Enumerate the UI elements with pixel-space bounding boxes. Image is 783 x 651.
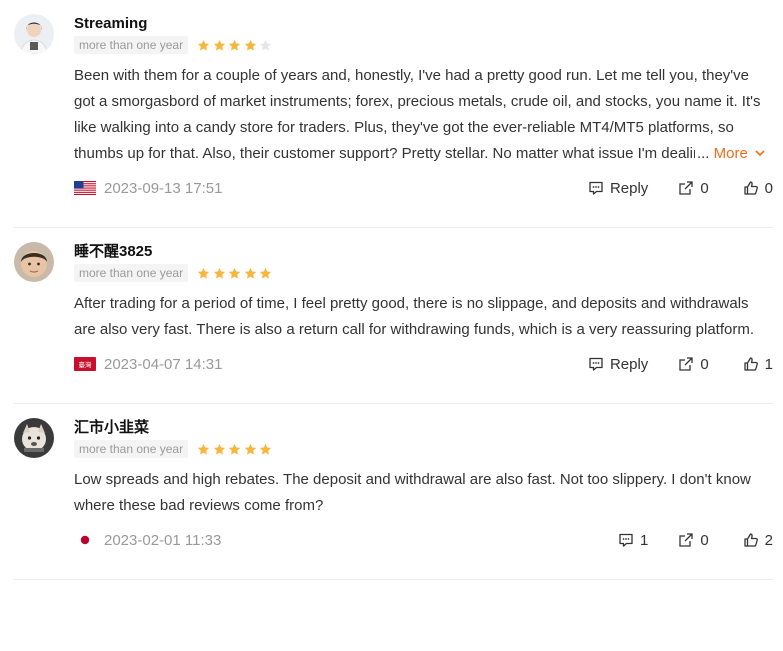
flag-region-text: 臺灣	[79, 360, 93, 369]
star-filled-icon	[259, 443, 272, 455]
star-filled-icon	[228, 443, 241, 455]
share-count: 0	[700, 355, 709, 373]
review-body: Low spreads and high rebates. The deposi…	[74, 471, 751, 514]
reply-button[interactable]: Reply	[588, 356, 648, 373]
avatar[interactable]	[14, 14, 54, 54]
avatar[interactable]	[14, 418, 54, 458]
star-filled-icon	[244, 443, 256, 455]
review-item: 睡不醒3825 more than one year After trading…	[14, 228, 773, 404]
review-text: Low spreads and high rebates. The deposi…	[74, 467, 766, 519]
review-body: Been with them for a couple of years and…	[74, 67, 761, 162]
star-filled-icon	[244, 39, 256, 51]
star-filled-icon	[213, 267, 225, 279]
star-empty-icon	[259, 39, 272, 51]
more-label: More	[713, 145, 748, 162]
reply-button[interactable]: Reply	[588, 180, 648, 197]
chevron-down-icon	[755, 150, 765, 157]
share-button[interactable]: 0	[678, 531, 709, 549]
star-filled-icon	[213, 39, 225, 51]
star-filled-icon	[259, 267, 272, 279]
star-filled-icon	[197, 267, 210, 279]
share-count: 0	[700, 531, 709, 549]
review-item: Streaming more than one year Been with t…	[14, 0, 773, 228]
avatar[interactable]	[14, 242, 54, 282]
share-icon	[679, 181, 693, 195]
star-rating	[197, 39, 275, 52]
like-count: 1	[764, 355, 773, 373]
review-date: 2023-04-07 14:31	[104, 355, 223, 373]
share-icon	[679, 357, 693, 371]
share-count: 0	[700, 179, 709, 197]
like-button[interactable]: 1	[743, 356, 773, 373]
us-flag-icon	[74, 181, 96, 195]
taiwan-region-flag-icon: 臺灣	[74, 357, 96, 371]
like-button[interactable]: 2	[743, 532, 773, 549]
review-text: After trading for a period of time, I fe…	[74, 291, 766, 343]
star-filled-icon	[244, 267, 256, 279]
more-button[interactable]: ... More	[694, 141, 766, 167]
duration-badge: more than one year	[74, 36, 189, 54]
share-button[interactable]: 0	[678, 179, 709, 197]
comment-icon	[589, 181, 603, 195]
share-icon	[679, 533, 693, 547]
star-filled-icon	[197, 39, 210, 51]
star-rating	[197, 443, 275, 456]
comment-icon	[619, 533, 633, 547]
star-filled-icon	[213, 443, 225, 455]
reply-label: Reply	[609, 355, 649, 373]
review-text: Been with them for a couple of years and…	[74, 63, 766, 167]
reviewer-name[interactable]: 睡不醒3825	[74, 242, 773, 262]
review-date: 2023-09-13 17:51	[104, 179, 223, 197]
reviewer-name[interactable]: Streaming	[74, 14, 773, 34]
star-rating	[197, 267, 275, 280]
star-filled-icon	[228, 267, 241, 279]
review-date: 2023-02-01 11:33	[104, 531, 222, 549]
more-ellipsis: ...	[696, 145, 710, 162]
reply-button[interactable]: 1	[618, 532, 648, 549]
like-button[interactable]: 0	[743, 180, 773, 197]
thumbs-up-icon	[744, 533, 758, 547]
reply-count: 1	[639, 531, 649, 549]
star-filled-icon	[197, 443, 210, 455]
review-body: After trading for a period of time, I fe…	[74, 295, 755, 338]
comment-icon	[589, 357, 603, 371]
japan-flag-icon	[74, 533, 96, 547]
duration-badge: more than one year	[74, 264, 189, 282]
review-list: Streaming more than one year Been with t…	[0, 0, 783, 580]
share-button[interactable]: 0	[678, 355, 709, 373]
star-filled-icon	[228, 39, 241, 51]
thumbs-up-icon	[744, 181, 758, 195]
duration-badge: more than one year	[74, 440, 189, 458]
review-item: 汇市小韭菜 more than one year Low spreads and…	[14, 404, 773, 580]
like-count: 0	[764, 179, 773, 197]
reply-label: Reply	[609, 179, 649, 197]
thumbs-up-icon	[744, 357, 758, 371]
reviewer-name[interactable]: 汇市小韭菜	[74, 418, 773, 438]
like-count: 2	[764, 531, 773, 549]
